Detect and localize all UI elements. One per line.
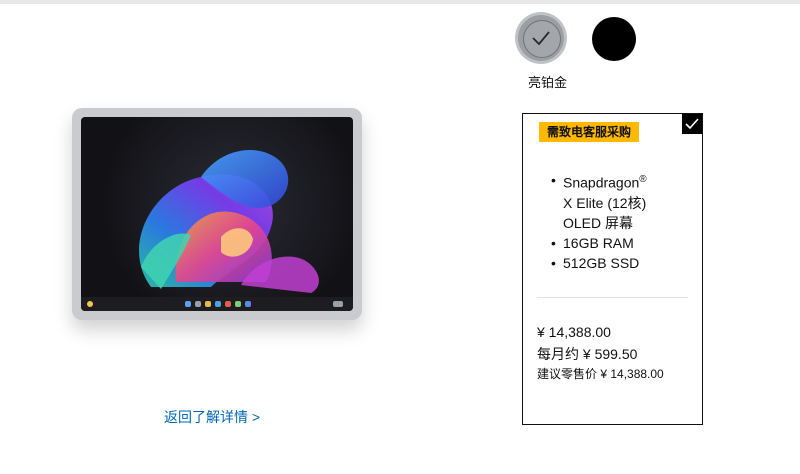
call-to-buy-badge: 需致电客服采购 bbox=[539, 122, 640, 142]
checkmark-icon bbox=[532, 31, 550, 46]
selected-checkbox[interactable] bbox=[682, 114, 702, 134]
selected-color-label: 亮铂金 bbox=[528, 75, 568, 90]
product-image bbox=[34, 98, 402, 330]
taskbar bbox=[81, 297, 353, 311]
back-to-details-link[interactable]: 返回了解详情 > bbox=[164, 407, 260, 427]
config-card[interactable]: 需致电客服采购 • Snapdragon® X Elite (12核) OLED… bbox=[522, 113, 703, 425]
top-divider bbox=[0, 0, 800, 4]
monthly-price: 每月约 ¥ 599.50 bbox=[537, 346, 638, 362]
price: ¥ 14,388.00 bbox=[537, 324, 611, 340]
device-screen bbox=[81, 117, 353, 311]
card-divider bbox=[537, 297, 688, 298]
surface-tablet-image bbox=[72, 108, 362, 320]
color-swatch-black[interactable] bbox=[592, 17, 636, 61]
checkmark-icon bbox=[685, 118, 699, 130]
color-swatch-platinum[interactable] bbox=[518, 15, 564, 61]
spec-item-ram: • 16GB RAM bbox=[551, 234, 634, 251]
spec-item-processor: • Snapdragon® X Elite (12核) OLED 屏幕 bbox=[551, 172, 647, 231]
spec-item-storage: • 512GB SSD bbox=[551, 254, 640, 271]
bloom-wallpaper-icon bbox=[139, 150, 319, 293]
msrp-price: 建议零售价 ¥ 14,388.00 bbox=[537, 367, 664, 381]
spec-list: • Snapdragon® X Elite (12核) OLED 屏幕 • 16… bbox=[551, 170, 647, 273]
